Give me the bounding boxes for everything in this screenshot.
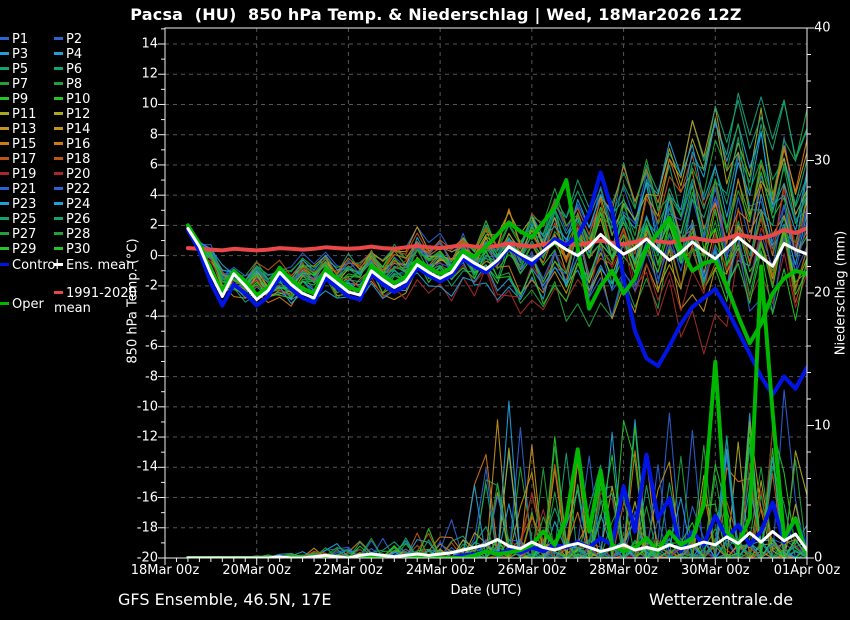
x-tick-label: 01Apr 00z bbox=[774, 563, 841, 578]
temp-tick-label: 4 bbox=[118, 188, 158, 203]
x-axis-title: Date (UTC) bbox=[450, 583, 521, 598]
member-precip-P30 bbox=[188, 421, 807, 558]
left-axis-title: 850 hPa Temp. (°C) bbox=[126, 238, 141, 363]
temp-tick-label: 2 bbox=[118, 218, 158, 233]
temp-tick-label: -14 bbox=[118, 460, 158, 475]
x-tick-label: 22Mar 00z bbox=[314, 563, 383, 578]
x-tick-label: 24Mar 00z bbox=[406, 563, 475, 578]
x-tick-label: 28Mar 00z bbox=[589, 563, 658, 578]
temp-tick-label: -10 bbox=[118, 399, 158, 414]
precip-tick-label: 20 bbox=[814, 286, 831, 301]
temp-tick-label: 12 bbox=[118, 67, 158, 82]
footer-model-info: GFS Ensemble, 46.5N, 17E bbox=[118, 590, 331, 609]
temp-tick-label: -8 bbox=[118, 369, 158, 384]
right-axis-title: Niederschlag (mm) bbox=[834, 231, 849, 356]
precip-tick-label: 30 bbox=[814, 153, 831, 168]
meteogram-page: Pacsa (HU) 850 hPa Temp. & Niederschlag … bbox=[0, 0, 850, 620]
temp-tick-label: 10 bbox=[118, 97, 158, 112]
temp-tick-label: -20 bbox=[118, 551, 158, 566]
temp-tick-label: 8 bbox=[118, 127, 158, 142]
footer-branding: Wetterzentrale.de bbox=[649, 590, 793, 609]
temp-tick-label: 6 bbox=[118, 157, 158, 172]
temp-tick-label: -12 bbox=[118, 430, 158, 445]
temp-tick-label: -16 bbox=[118, 490, 158, 505]
x-tick-label: 30Mar 00z bbox=[681, 563, 750, 578]
member-precip-P3 bbox=[188, 420, 807, 558]
temp-tick-label: -18 bbox=[118, 520, 158, 535]
member-precip-P14 bbox=[188, 420, 807, 558]
x-tick-label: 20Mar 00z bbox=[222, 563, 291, 578]
x-tick-label: 26Mar 00z bbox=[498, 563, 567, 578]
precip-tick-label: 0 bbox=[814, 551, 822, 566]
precip-tick-label: 10 bbox=[814, 418, 831, 433]
temp-tick-label: 14 bbox=[118, 37, 158, 52]
series-layer bbox=[188, 93, 807, 558]
precip-tick-label: 40 bbox=[814, 21, 831, 36]
